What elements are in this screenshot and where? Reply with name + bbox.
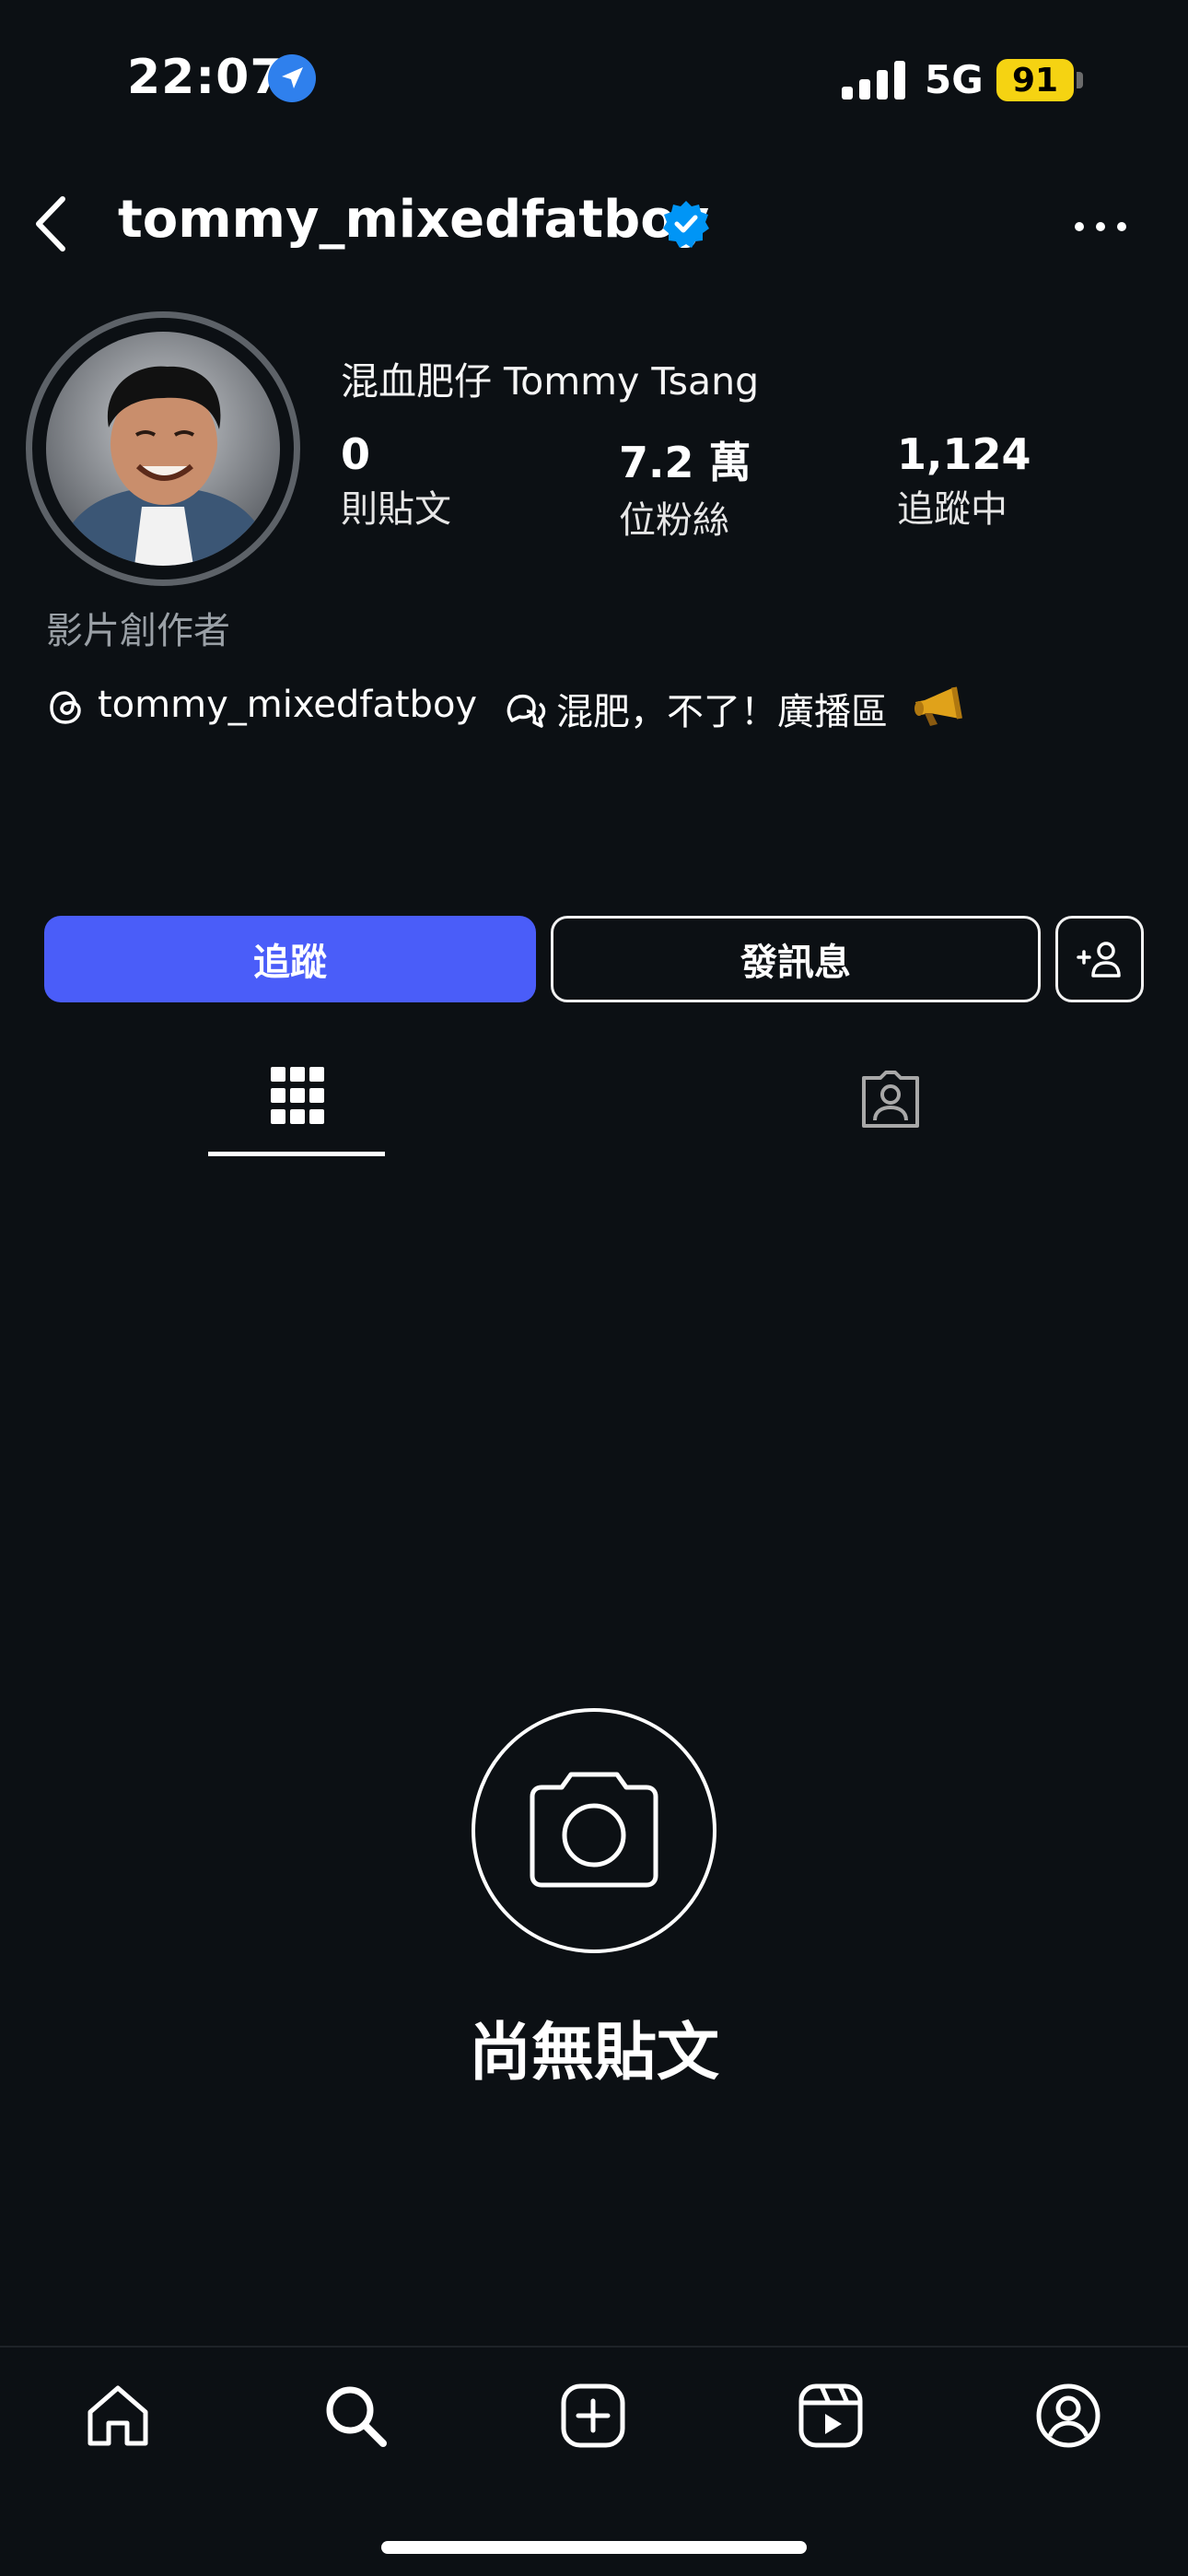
- stat-posts[interactable]: 0 則貼文: [341, 429, 451, 533]
- chevron-left-icon[interactable]: [28, 193, 79, 254]
- battery-tip: [1077, 72, 1083, 88]
- empty-state-title: 尚無貼文: [468, 2017, 719, 2090]
- stat-followers-value: 7.2 萬: [619, 438, 751, 487]
- search-icon[interactable]: [320, 2381, 390, 2451]
- profile-full-name: 混血肥仔 Tommy Tsang: [341, 359, 760, 404]
- stat-posts-label: 則貼文: [341, 488, 451, 531]
- camera-icon: [530, 1772, 658, 1888]
- stat-followers[interactable]: 7.2 萬 位粉絲: [619, 429, 751, 544]
- profile-username: tommy_mixedfatboy: [118, 190, 710, 250]
- profile-icon[interactable]: [1033, 2381, 1103, 2451]
- message-button[interactable]: 發訊息: [551, 916, 1041, 1002]
- add-person-icon: [1077, 942, 1121, 978]
- stat-following-label: 追蹤中: [897, 488, 1007, 531]
- home-icon[interactable]: [83, 2381, 153, 2451]
- threads-handle-link[interactable]: tommy_mixedfatboy: [98, 684, 477, 726]
- follow-button[interactable]: 追蹤: [44, 916, 536, 1002]
- stat-followers-label: 位粉絲: [619, 499, 729, 542]
- location-arrow-icon: [268, 54, 316, 102]
- more-horizontal-icon[interactable]: [1068, 208, 1133, 245]
- active-tab-indicator: [208, 1152, 385, 1156]
- battery-indicator: 91: [996, 59, 1074, 101]
- network-label: 5G: [925, 57, 984, 102]
- broadcast-channel-link[interactable]: 混肥，不了！廣播區: [556, 682, 888, 735]
- stat-following[interactable]: 1,124 追蹤中: [897, 429, 1031, 533]
- avatar-photo: [46, 332, 280, 566]
- stat-following-value: 1,124: [897, 429, 1031, 479]
- bottom-nav-divider: [0, 2346, 1188, 2348]
- profile-category: 影片創作者: [46, 610, 230, 652]
- tagged-person-icon[interactable]: [858, 1069, 923, 1130]
- broadcast-channel-icon[interactable]: [505, 689, 549, 730]
- reels-icon[interactable]: [796, 2381, 866, 2451]
- grid-icon[interactable]: [269, 1065, 326, 1126]
- status-time: 22:07: [127, 50, 285, 105]
- avatar[interactable]: [46, 332, 280, 566]
- signal-strength-icon: [842, 61, 905, 100]
- verified-badge-icon: [663, 201, 709, 248]
- home-indicator[interactable]: [381, 2541, 807, 2554]
- megaphone-icon: [914, 686, 962, 726]
- threads-icon[interactable]: [46, 687, 87, 728]
- stat-posts-value: 0: [341, 429, 371, 479]
- create-post-icon[interactable]: [558, 2381, 628, 2451]
- suggested-users-button[interactable]: [1055, 916, 1144, 1002]
